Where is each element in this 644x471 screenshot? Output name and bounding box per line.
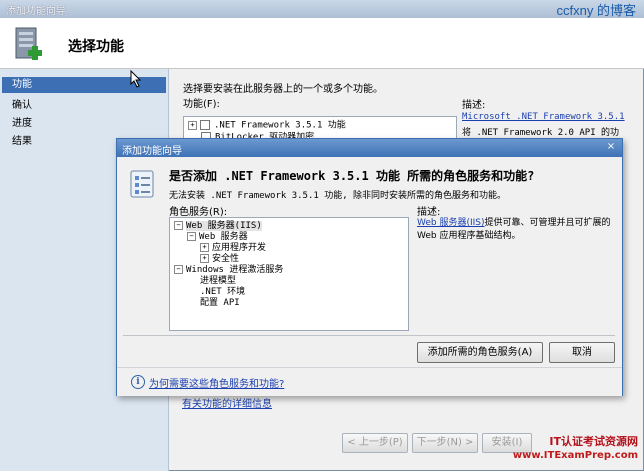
feature-label: .NET Framework 3.5.1 功能 (214, 120, 346, 131)
dialog-explanation: 无法安装 .NET Framework 3.5.1 功能, 除非同时安装所需的角… (169, 191, 507, 201)
dialog-footer: i 为何需要这些角色服务和功能? (117, 367, 622, 396)
tree-item-label: .NET 环境 (200, 287, 246, 297)
tree-item-label: 配置 API (200, 298, 240, 308)
description-label: 描述: (462, 100, 486, 111)
expand-icon[interactable]: + (200, 243, 209, 252)
expand-icon[interactable]: + (200, 254, 209, 263)
features-dialog-icon (130, 170, 154, 198)
collapse-icon[interactable]: − (174, 221, 183, 230)
tree-item-was[interactable]: − Windows 进程激活服务 (174, 265, 283, 276)
mouse-cursor-icon (130, 70, 142, 88)
window-titlebar[interactable]: 添加功能向导 (0, 0, 644, 18)
description-text: 将 .NET Framework 2.0 API 的功 (462, 128, 620, 138)
role-services-tree[interactable]: − Web 服务器(IIS) − Web 服务器 + 应用程序开发 + 安全性 − Win… (169, 217, 409, 331)
tree-item-label: 进程模型 (200, 276, 237, 286)
tree-item-web-server[interactable]: − Web 服务器 (187, 232, 248, 243)
watermark-line2: www.ITExamPrep.com (512, 450, 638, 461)
dialog-title: 添加功能向导 (122, 146, 182, 157)
cancel-button[interactable]: 取消 (549, 342, 615, 363)
required-services-dialog: 添加功能向导 × 是否添加 .NET Framework 3.5.1 功能 所需… (116, 138, 623, 396)
tree-item-label: Web 服务器 (199, 232, 248, 242)
step-confirm[interactable]: 确认 (12, 96, 32, 111)
close-icon[interactable]: × (604, 141, 618, 153)
dialog-titlebar[interactable]: 添加功能向导 × (117, 139, 622, 157)
role-services-label: 角色服务(R): (169, 207, 228, 218)
feature-item[interactable]: + .NET Framework 3.5.1 功能 (188, 120, 346, 132)
next-button[interactable]: 下一步(N) > (412, 433, 478, 453)
window-title: 添加功能向导 (6, 6, 66, 17)
collapse-icon[interactable]: − (174, 265, 183, 274)
dialog-description-label: 描述: (417, 207, 441, 218)
blog-watermark: ccfxny 的博客 (556, 3, 636, 18)
tree-item-label: Web 服务器(IIS) (186, 221, 262, 231)
tree-item-label: 应用程序开发 (212, 243, 267, 253)
why-needed-link[interactable]: 为何需要这些角色服务和功能? (149, 375, 284, 390)
step-progress[interactable]: 进度 (12, 114, 32, 129)
features-label: 功能(F): (183, 99, 220, 110)
site-watermark: IT认证考试资源网 www.ITExamPrep.com (513, 435, 638, 463)
info-icon: i (131, 375, 145, 389)
more-info-link[interactable]: 有关功能的详细信息 (182, 395, 272, 410)
wizard-header: 选择功能 (0, 18, 644, 69)
watermark-line1: IT认证考试资源网 (549, 435, 638, 448)
tree-item-web-server-iis[interactable]: − Web 服务器(IIS) (174, 221, 262, 232)
divider (123, 335, 615, 336)
tree-item-security[interactable]: + 安全性 (200, 254, 239, 265)
collapse-icon[interactable]: − (187, 232, 196, 241)
tree-item-net-environment[interactable]: .NET 环境 (200, 287, 245, 298)
tree-item-process-model[interactable]: 进程模型 (200, 276, 236, 287)
tree-item-label: Windows 进程激活服务 (186, 265, 284, 275)
checkbox[interactable] (200, 120, 210, 130)
description-link[interactable]: Microsoft .NET Framework 3.5.1 (462, 112, 625, 122)
tree-item-config-api[interactable]: 配置 API (200, 298, 240, 309)
expand-icon[interactable]: + (188, 120, 197, 130)
features-instruction: 选择要安装在此服务器上的一个或多个功能。 (183, 84, 383, 95)
dialog-heading: 是否添加 .NET Framework 3.5.1 功能 所需的角色服务和功能? (169, 169, 535, 183)
page-title: 选择功能 (68, 39, 124, 55)
tree-item-app-development[interactable]: + 应用程序开发 (200, 243, 266, 254)
dialog-description: Web 服务器(IIS)提供可靠、可管理并且可扩展的 Web 应用程序基础结构。 (417, 217, 612, 243)
add-required-services-button[interactable]: 添加所需的角色服务(A) (417, 342, 543, 363)
tree-item-label: 安全性 (212, 254, 240, 264)
previous-button[interactable]: < 上一步(P) (342, 433, 408, 453)
server-add-icon (15, 27, 42, 60)
step-results[interactable]: 结果 (12, 132, 32, 147)
description-link[interactable]: Web 服务器(IIS) (417, 218, 485, 228)
